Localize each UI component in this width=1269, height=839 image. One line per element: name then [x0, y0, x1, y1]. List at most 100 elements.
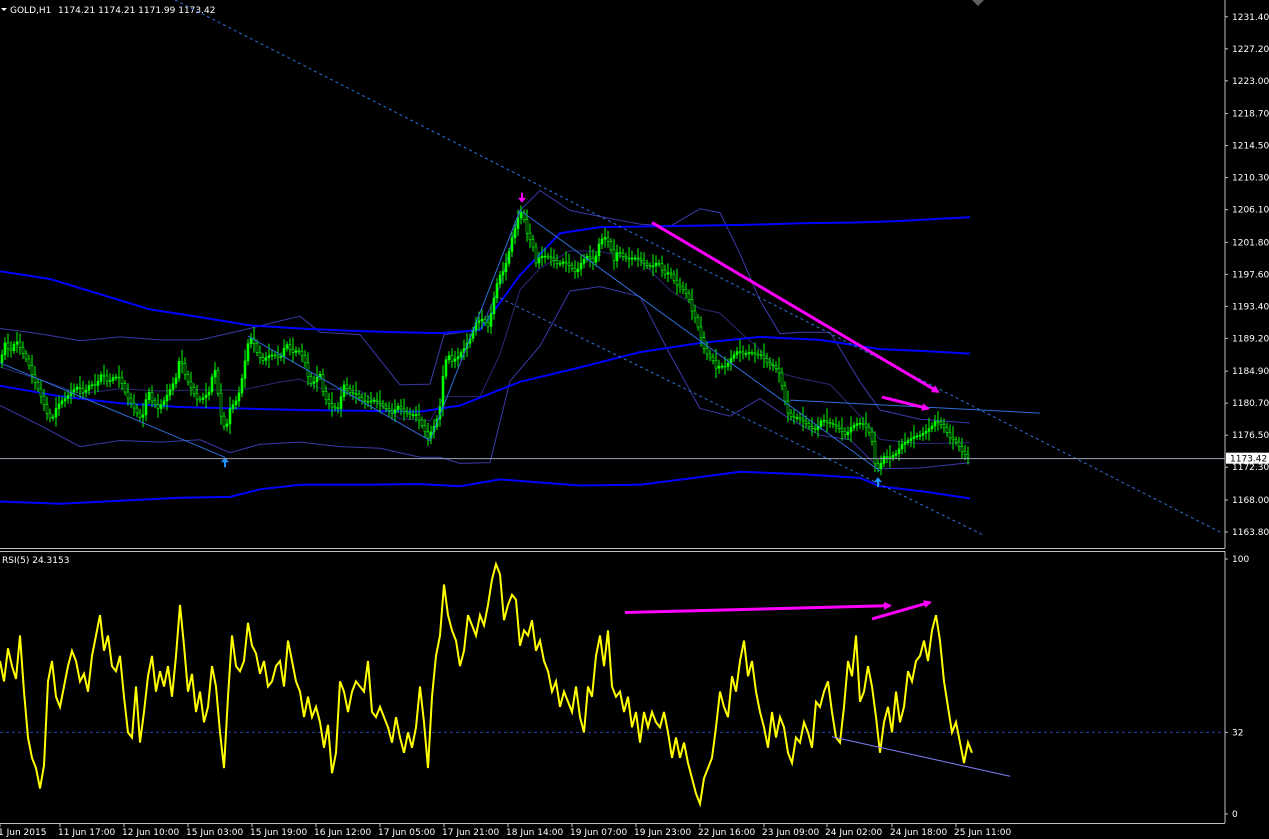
candle-body [876, 463, 880, 469]
candle-body [153, 400, 157, 406]
time-tick-label: 17 Jun 05:00 [378, 828, 435, 838]
candle-body [555, 260, 559, 264]
price-tick-label: 1176.50 [1232, 431, 1269, 441]
candle-body [15, 341, 19, 345]
candle-body [942, 424, 946, 428]
time-tick-label: 19 Jun 23:00 [634, 828, 691, 838]
candle-body [96, 381, 100, 386]
candle-body [765, 357, 769, 364]
current-price-label: 1173.42 [1230, 455, 1267, 465]
candle-body [888, 456, 892, 459]
candle-body [840, 428, 844, 432]
candle-body [264, 357, 268, 361]
candle-body [642, 259, 646, 264]
candle-body [372, 399, 376, 402]
candle-body [930, 425, 934, 430]
candle-body [138, 412, 142, 418]
candle-body [393, 409, 397, 414]
candle-body [486, 322, 490, 327]
candle-body [480, 319, 484, 322]
candle-body [612, 249, 616, 261]
chart-header: GOLD,H1 1174.21 1174.21 1171.99 1173.42 [1, 6, 215, 16]
candle-body [282, 348, 286, 357]
candle-body [114, 376, 118, 379]
candle-body [822, 420, 826, 422]
candle-body [447, 355, 451, 361]
candle-body [618, 252, 622, 254]
candle-body [186, 374, 190, 383]
candle-body [819, 420, 823, 427]
candle-body [261, 357, 265, 361]
candle-body [735, 351, 739, 355]
time-tick-label: 22 Jun 16:00 [698, 828, 755, 838]
candle-body [135, 407, 139, 414]
candle-body [123, 383, 127, 393]
candle-body [759, 354, 763, 356]
candle-body [24, 352, 28, 360]
candle-body [945, 427, 949, 433]
candle-body [699, 326, 703, 338]
candle-body [102, 374, 106, 377]
candle-body [654, 262, 658, 267]
time-tick-label: 25 Jun 11:00 [954, 828, 1011, 838]
candle-body [777, 368, 781, 374]
candle-body [543, 255, 547, 258]
candle-body [603, 237, 607, 240]
candle-body [594, 255, 598, 263]
time-tick-label: 1 Jun 2015 [0, 828, 46, 838]
candle-body [531, 239, 535, 248]
price-tick-label: 1231.40 [1232, 13, 1269, 23]
candle-body [918, 434, 922, 437]
candle-body [249, 337, 253, 345]
candle-body [363, 400, 367, 403]
candle-body [348, 388, 352, 393]
candle-body [609, 241, 613, 251]
candle-body [537, 257, 541, 264]
candle-body [957, 441, 961, 447]
candle-body [504, 263, 508, 273]
candle-body [222, 415, 226, 427]
candle-body [354, 392, 358, 395]
candle-body [339, 396, 343, 409]
candle-body [198, 398, 202, 401]
chart-area[interactable]: GOLD,H1 1174.21 1174.21 1171.99 1173.42 … [0, 0, 1269, 839]
candle-body [300, 350, 304, 356]
candle-body [192, 387, 196, 394]
candle-body [477, 320, 481, 323]
candle-body [21, 347, 25, 354]
candle-body [27, 358, 31, 367]
price-tick-label: 1197.60 [1232, 270, 1269, 280]
candle-body [291, 349, 295, 353]
price-tick-label: 1172.30 [1232, 463, 1269, 473]
candle-body [9, 348, 13, 352]
candle-body [921, 432, 925, 436]
candle-body [312, 381, 316, 384]
candle-body [219, 392, 223, 417]
time-tick-label: 15 Jun 19:00 [250, 828, 307, 838]
candle-body [156, 404, 160, 409]
candle-body [57, 403, 61, 409]
candle-body [510, 237, 514, 252]
candle-body [750, 352, 754, 354]
candle-body [573, 267, 577, 273]
candle-body [804, 420, 808, 424]
candle-body [228, 408, 232, 425]
candle-body [63, 398, 67, 402]
candle-body [684, 289, 688, 294]
candle-body [456, 356, 460, 360]
candle-body [174, 377, 178, 385]
candle-body [525, 219, 529, 234]
candle-body [90, 384, 94, 386]
candle-body [675, 279, 679, 286]
candle-body [60, 400, 64, 405]
candle-body [378, 401, 382, 404]
candle-body [360, 397, 364, 402]
candle-body [294, 350, 298, 353]
candle-body [30, 365, 34, 375]
candle-body [900, 444, 904, 450]
rsi-tick-label: 100 [1232, 555, 1249, 565]
candle-body [663, 269, 667, 275]
candle-body [177, 361, 181, 379]
candle-body [183, 363, 187, 375]
candle-body [582, 259, 586, 264]
